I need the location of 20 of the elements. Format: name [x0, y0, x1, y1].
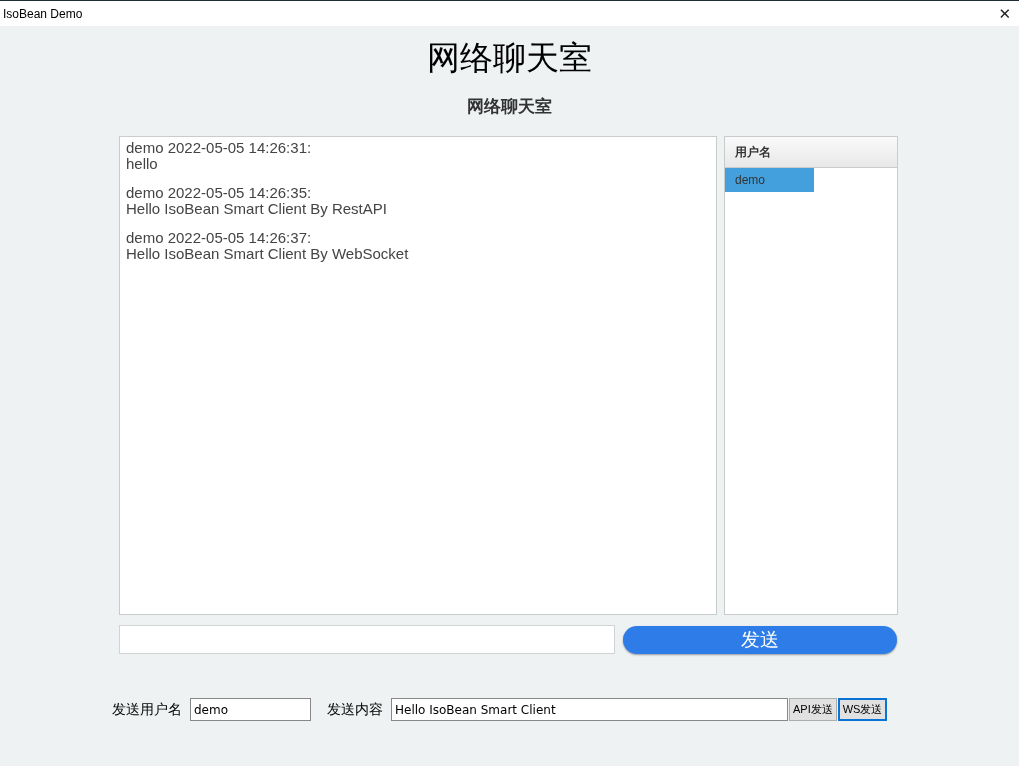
- send-button[interactable]: API发送: [789, 698, 837, 721]
- message-header: demo 2022-05-05 14:26:37:: [126, 230, 313, 246]
- content-label: 发送内容: [327, 700, 383, 719]
- send-button[interactable]: WS发送: [837, 698, 888, 721]
- column-header: 用户名: [725, 137, 897, 168]
- message-header: demo 2022-05-05 14:26:35:: [126, 185, 313, 201]
- message-text: Hello IsoBean Smart Client By RestAPI: [126, 201, 388, 217]
- username-input[interactable]: demo: [190, 698, 311, 721]
- message-text: Hello IsoBean Smart Client By WebSocket: [126, 246, 410, 262]
- page-heading: 网络聊天室: [427, 37, 592, 79]
- page-subheading: 网络聊天室: [467, 96, 552, 118]
- message-text: hello: [126, 156, 159, 172]
- message-header: demo 2022-05-05 14:26:31:: [126, 140, 313, 156]
- send-button[interactable]: 发送: [623, 625, 897, 654]
- window-title: IsoBean Demo: [3, 6, 83, 21]
- username-label: 发送用户名: [112, 700, 182, 719]
- user-list-item[interactable]: demo: [725, 168, 814, 192]
- message-input[interactable]: [119, 625, 615, 654]
- close-button[interactable]: ✕: [998, 4, 1011, 23]
- content-input[interactable]: Hello IsoBean Smart Client: [391, 698, 788, 721]
